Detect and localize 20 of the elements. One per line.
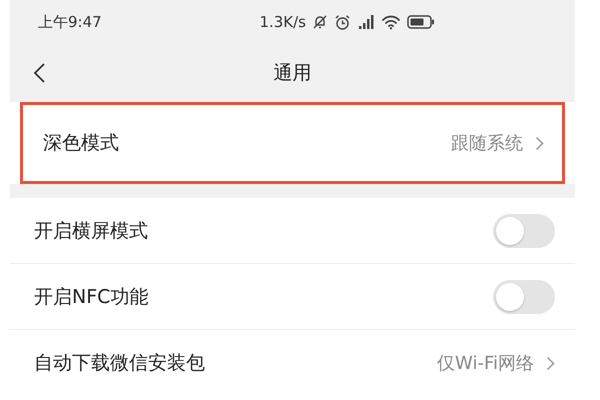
chevron-icon [546,356,555,370]
row-value: 仅Wi-Fi网络 [437,352,534,375]
network-speed: 1.3K/s [259,13,306,31]
settings-row[interactable]: 深色模式 跟随系统 [20,102,565,184]
alarm-icon [334,14,351,30]
battery-icon [407,15,435,29]
toggle-switch[interactable] [493,214,555,248]
chevron-icon [535,136,544,150]
row-label: 深色模式 [43,131,120,156]
wifi-icon [381,14,401,30]
signal-icon [357,14,375,30]
status-time: 上午9:47 [38,12,102,32]
muted-bell-icon [312,14,328,30]
row-label: 自动下载微信安装包 [34,351,206,376]
row-value: 跟随系统 [451,132,523,155]
toggle-switch[interactable] [493,280,555,314]
row-label: 开启横屏模式 [34,218,149,244]
row-label: 开启NFC功能 [34,284,150,310]
page-title: 通用 [274,61,312,86]
back-chevron-icon [32,62,46,84]
